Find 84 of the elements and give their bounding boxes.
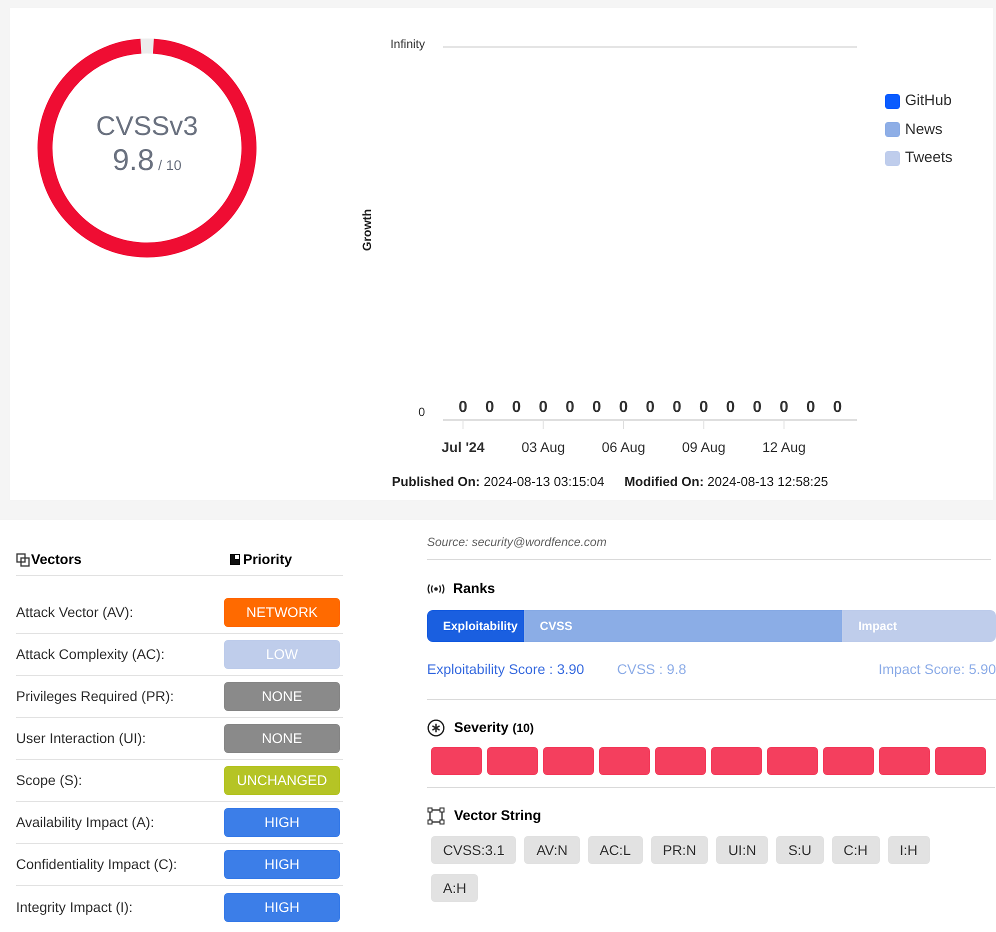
score-text: Exploitability Score : 3.90 (427, 660, 586, 679)
vector-label: User Interaction (UI): (16, 729, 146, 748)
score-text: CVSS : 9.8 (617, 660, 688, 679)
severity-block (711, 747, 762, 775)
data-label: 0 (646, 399, 655, 416)
priority-badge: LOW (224, 640, 340, 669)
section-title: Ranks (453, 579, 496, 598)
x-tick-label: 03 Aug (521, 439, 566, 455)
vector-label: Availability Impact (A): (16, 813, 154, 832)
y-tick-label: 0 (418, 405, 425, 419)
severity-block (879, 747, 930, 775)
column-heading: Vectors (31, 550, 82, 569)
source-text: Source: security@wordfence.com (427, 533, 991, 560)
vector-label: Privileges Required (PR): (16, 687, 174, 706)
severity-block (767, 747, 818, 775)
vector-label: Confidentiality Impact (C): (16, 855, 178, 874)
gauge-score: 9.8 (112, 143, 154, 179)
data-label: 0 (458, 399, 468, 416)
legend-label: Tweets (905, 148, 953, 168)
data-label: 0 (672, 399, 682, 416)
data-label: 0 (485, 399, 494, 416)
data-label: 0 (699, 399, 708, 416)
vector-tag: CVSS:3.1 (431, 836, 516, 864)
score-text: Impact Score: 5.90 (878, 660, 996, 679)
data-label: 0 (833, 399, 842, 416)
vector-tag: PR:N (650, 836, 708, 864)
vector-label: Attack Complexity (AC): (16, 645, 165, 664)
priority-badge: HIGH (224, 808, 340, 837)
y-tick-label: Infinity (390, 37, 425, 51)
vector-tag: S:U (776, 836, 824, 864)
data-label: 0 (512, 399, 521, 416)
priority-badge: HIGH (224, 850, 340, 879)
vector-tag: AC:L (588, 836, 643, 864)
severity-block (599, 747, 650, 775)
vector-label: Integrity Impact (I): (16, 898, 133, 917)
rank-segment: Exploitability (427, 610, 524, 642)
data-label: 0 (780, 399, 788, 416)
severity-block (935, 747, 986, 775)
severity-block (655, 747, 706, 775)
section-title: Vector String (454, 806, 542, 825)
asterisk-icon (427, 718, 445, 736)
severity-block (431, 747, 482, 775)
date-text: Published On: 2024-08-13 03:15:04 (392, 473, 604, 491)
vector-tag: UI:N (716, 836, 768, 864)
signal-icon (427, 584, 445, 594)
x-tick-label: 06 Aug (602, 439, 646, 455)
gauge-max: / 10 (158, 156, 182, 175)
severity-count: (10) (512, 720, 534, 736)
priority-badge: HIGH (224, 892, 340, 922)
x-tick-label: 12 Aug (762, 439, 806, 455)
severity-block (543, 747, 594, 775)
axis-title: Growth (360, 209, 374, 251)
priority-badge: UNCHANGED (224, 766, 340, 795)
vector-label: Scope (S): (16, 771, 82, 790)
priority-badge: NETWORK (224, 598, 340, 627)
priority-badge: NONE (224, 682, 340, 711)
severity-block (823, 747, 874, 775)
vector-tag: I:H (888, 836, 930, 864)
legend-label: GitHub (905, 91, 952, 111)
data-label: 0 (806, 399, 816, 416)
data-label: 0 (538, 399, 548, 416)
vectors-icon (16, 552, 30, 566)
data-label: 0 (566, 399, 574, 416)
data-label: 0 (752, 399, 762, 416)
data-label: 0 (592, 399, 602, 416)
legend-label: News (905, 120, 943, 140)
data-label: 0 (726, 399, 735, 416)
x-tick-label: 09 Aug (682, 439, 726, 455)
priority-icon (229, 553, 241, 566)
priority-badge: NONE (224, 724, 340, 753)
vector-tag: C:H (832, 836, 880, 864)
vector-path-icon (427, 806, 445, 824)
date-text: Modified On: 2024-08-13 12:58:25 (624, 473, 828, 491)
rank-segment: CVSS (524, 610, 842, 642)
severity-block (487, 747, 538, 775)
vector-tag: A:H (431, 874, 478, 902)
x-tick-label: Jul '24 (441, 439, 485, 455)
gauge-title: CVSSv3 (96, 110, 198, 143)
vector-tag: AV:N (524, 836, 580, 864)
column-heading: Priority (243, 550, 292, 569)
vector-label: Attack Vector (AV): (16, 603, 134, 622)
rank-segment: Impact (842, 610, 996, 642)
data-label: 0 (619, 399, 628, 416)
section-title: Severity (454, 718, 508, 737)
